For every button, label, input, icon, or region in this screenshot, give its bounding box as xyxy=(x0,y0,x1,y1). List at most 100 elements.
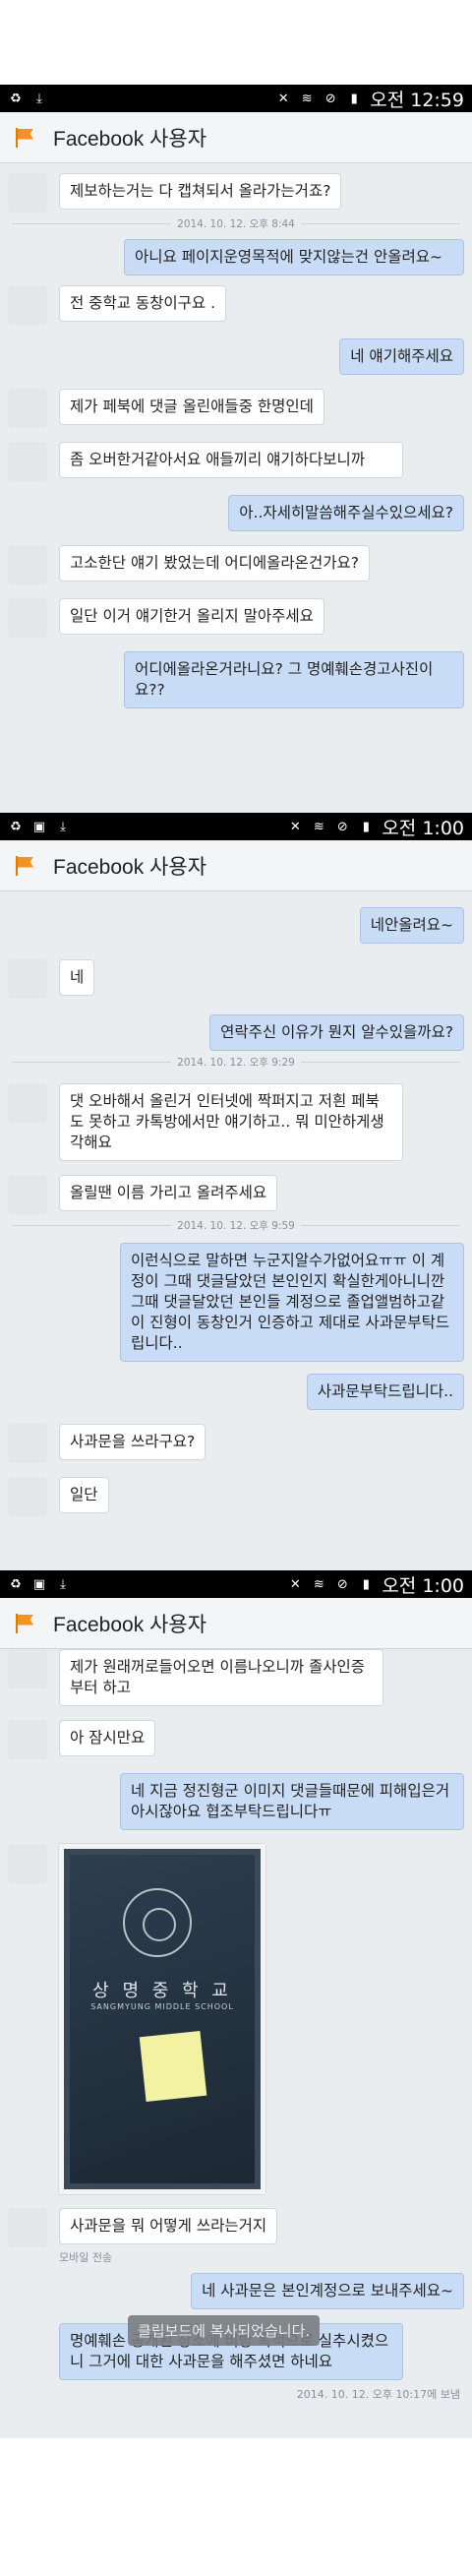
message-bubble[interactable]: 아니요 페이지운영목적에 맞지않는건 안올려요~ xyxy=(124,239,464,276)
avatar[interactable] xyxy=(8,545,47,584)
message-bubble[interactable]: 전 중학교 동창이구요 . xyxy=(59,285,227,322)
clock: 오전 1:00 xyxy=(382,817,464,839)
message-bubble[interactable]: 사과문부탁드립니다.. xyxy=(306,1374,464,1410)
message-bubble[interactable]: 네 사과문은 본인계정으로 보내주세요~ xyxy=(191,2273,464,2309)
message-row: 좀 오버한거같아서요 애들끼리 얘기하다보니까 xyxy=(0,442,472,481)
no-signal-icon: ⊘ xyxy=(324,91,336,106)
top-margin xyxy=(0,0,472,85)
message-bubble[interactable]: 사과문을 뭐 어떻게 쓰라는거지 xyxy=(59,2208,278,2244)
contact-name: Facebook 사용자 xyxy=(53,1613,207,1636)
message-bubble[interactable]: 아..자세히말씀해주실수있으세요? xyxy=(228,495,464,531)
message-row: 댓 오바해서 올린거 인터넷에 짝퍼지고 저흰 페북도 못하고 카톡방에서만 얘… xyxy=(0,1083,472,1161)
mute-icon: ✕ xyxy=(289,819,301,834)
avatar[interactable] xyxy=(8,1477,47,1516)
school-name-en: SANGMYUNG MIDDLE SCHOOL xyxy=(90,2002,234,2011)
avatar[interactable] xyxy=(8,1720,47,1759)
status-bar: ♻ ▣ ⤓ ✕ ≋ ⊘ ▮ 오전 1:00 xyxy=(0,1570,472,1598)
download-icon: ⤓ xyxy=(60,819,66,834)
flag-icon[interactable] xyxy=(14,1613,35,1634)
bottom-margin xyxy=(0,2438,472,2576)
message-row: 올릴땐 이름 가리고 올려주세요 xyxy=(0,1175,472,1214)
message-row: 연락주신 이유가 뭔지 알수있을까요? xyxy=(0,1014,472,1051)
message-bubble[interactable]: 아 잠시만요 xyxy=(59,1720,156,1756)
message-bubble[interactable]: 제보하는거는 다 캡쳐되서 올라가는거죠? xyxy=(59,173,342,210)
contact-name: Facebook 사용자 xyxy=(53,127,207,151)
chat-list[interactable]: 제가 원래꺼로들어오면 이름나오니까 졸사인증부터 하고 아 잠시만요 네 지금… xyxy=(0,1649,472,2402)
clock: 오전 12:59 xyxy=(370,89,464,111)
message-bubble[interactable]: 사과문을 쓰라구요? xyxy=(59,1424,206,1460)
recycle-icon: ♻ xyxy=(10,91,22,106)
mobile-sent-label: 모바일 전송 xyxy=(59,2251,113,2264)
battery-icon: ▮ xyxy=(362,1576,370,1592)
screenshot-3: ♻ ▣ ⤓ ✕ ≋ ⊘ ▮ 오전 1:00 Facebook 사용자 제가 원래… xyxy=(0,1570,472,2438)
wifi-icon: ≋ xyxy=(313,819,324,834)
message-row: 아니요 페이지운영목적에 맞지않는건 안올려요~ xyxy=(0,239,472,276)
message-row: 전 중학교 동창이구요 . xyxy=(0,285,472,325)
image-icon: ▣ xyxy=(32,1576,46,1592)
message-row: 제가 페북에 댓글 올린애들중 한명인데 xyxy=(0,389,472,428)
message-bubble[interactable]: 연락주신 이유가 뭔지 알수있을까요? xyxy=(209,1014,464,1051)
recycle-icon: ♻ xyxy=(10,819,22,834)
avatar[interactable] xyxy=(8,959,47,999)
message-row: 고소한단 얘기 봤었는데 어디에올라온건가요? xyxy=(0,545,472,584)
message-bubble[interactable]: 좀 오버한거같아서요 애들끼리 얘기하다보니까 xyxy=(59,442,403,478)
message-bubble[interactable]: 일단 이거 얘기한거 올리지 말아주세요 xyxy=(59,598,324,635)
message-bubble[interactable]: 댓 오바해서 올린거 인터넷에 짝퍼지고 저흰 페북도 못하고 카톡방에서만 얘… xyxy=(59,1083,403,1161)
clipboard-toast: 클립보드에 복사되었습니다. xyxy=(128,2315,321,2346)
timestamp: 2014. 10. 12. 오후 9:29 xyxy=(0,1055,472,1070)
chat-list[interactable]: 네안올려요~ 네 연락주신 이유가 뭔지 알수있을까요? 2014. 10. 1… xyxy=(0,891,472,1516)
message-bubble[interactable]: 제가 페북에 댓글 올린애들중 한명인데 xyxy=(59,389,324,425)
flag-icon[interactable] xyxy=(14,127,35,149)
app-header: Facebook 사용자 xyxy=(0,840,472,891)
avatar[interactable] xyxy=(8,598,47,638)
recycle-icon: ♻ xyxy=(10,1576,22,1592)
sent-time: 2014. 10. 12. 오후 10:17에 보냄 xyxy=(296,2388,460,2401)
status-bar: ♻ ▣ ⤓ ✕ ≋ ⊘ ▮ 오전 1:00 xyxy=(0,813,472,840)
message-row: 제보하는거는 다 캡쳐되서 올라가는거죠? xyxy=(0,173,472,213)
message-bubble[interactable]: 네 지금 정진형군 이미지 댓글들때문에 피해입은거 아시잖아요 협조부탁드립니… xyxy=(120,1773,464,1830)
mute-icon: ✕ xyxy=(289,1576,301,1592)
avatar[interactable] xyxy=(8,1083,47,1123)
wifi-icon: ≋ xyxy=(301,91,313,106)
download-icon: ⤓ xyxy=(36,91,42,106)
timestamp: 2014. 10. 12. 오후 8:44 xyxy=(0,216,472,231)
message-row: 상 명 중 학 교 SANGMYUNG MIDDLE SCHOOL xyxy=(0,1844,472,2194)
avatar[interactable] xyxy=(8,1175,47,1214)
no-signal-icon: ⊘ xyxy=(336,819,348,834)
message-bubble[interactable]: 일단 xyxy=(59,1477,109,1513)
message-bubble[interactable]: 네 xyxy=(59,959,95,996)
message-bubble[interactable]: 제가 원래꺼로들어오면 이름나오니까 졸사인증부터 하고 xyxy=(59,1649,384,1706)
clock: 오전 1:00 xyxy=(382,1574,464,1597)
yearbook-photo[interactable]: 상 명 중 학 교 SANGMYUNG MIDDLE SCHOOL xyxy=(59,1844,266,2194)
chat-list[interactable]: 제보하는거는 다 캡쳐되서 올라가는거죠? 2014. 10. 12. 오후 8… xyxy=(0,163,472,708)
message-bubble[interactable]: 고소한단 얘기 봤었는데 어디에올라온건가요? xyxy=(59,545,370,582)
school-emblem-icon xyxy=(123,1888,192,1957)
avatar[interactable] xyxy=(8,1424,47,1463)
flag-icon[interactable] xyxy=(14,855,35,877)
avatar[interactable] xyxy=(8,1844,47,1883)
message-row: 아 잠시만요 xyxy=(0,1720,472,1759)
message-bubble[interactable]: 어디에올라온거라니요? 그 명예훼손경고사진이요?? xyxy=(124,651,464,708)
avatar[interactable] xyxy=(8,1649,47,1688)
battery-icon: ▮ xyxy=(362,819,370,834)
message-row: 일단 이거 얘기한거 올리지 말아주세요 xyxy=(0,598,472,638)
avatar[interactable] xyxy=(8,442,47,481)
mute-icon: ✕ xyxy=(277,91,289,106)
wifi-icon: ≋ xyxy=(313,1576,324,1592)
avatar[interactable] xyxy=(8,2208,47,2247)
no-signal-icon: ⊘ xyxy=(336,1576,348,1592)
avatar[interactable] xyxy=(8,389,47,428)
message-row: 사과문을 쓰라구요? xyxy=(0,1424,472,1463)
message-bubble[interactable]: 이런식으로 말하면 누군지알수가없어요ㅠㅠ 이 계정이 그때 댓글달았던 본인인… xyxy=(120,1243,464,1362)
avatar[interactable] xyxy=(8,173,47,213)
message-bubble[interactable]: 올릴땐 이름 가리고 올려주세요 xyxy=(59,1175,278,1211)
message-row: 아..자세히말씀해주실수있으세요? xyxy=(0,495,472,531)
message-row: 사과문을 뭐 어떻게 쓰라는거지 xyxy=(0,2208,472,2247)
message-bubble[interactable]: 네안올려요~ xyxy=(359,907,464,944)
message-row: 이런식으로 말하면 누군지알수가없어요ㅠㅠ 이 계정이 그때 댓글달았던 본인인… xyxy=(0,1243,472,1362)
message-row: 네 사과문은 본인계정으로 보내주세요~ xyxy=(0,2273,472,2309)
message-row: 네안올려요~ xyxy=(0,907,472,944)
avatar[interactable] xyxy=(8,285,47,325)
message-bubble[interactable]: 네 얘기해주세요 xyxy=(339,338,464,375)
status-bar: ♻ ⤓ ✕ ≋ ⊘ ▮ 오전 12:59 xyxy=(0,85,472,112)
